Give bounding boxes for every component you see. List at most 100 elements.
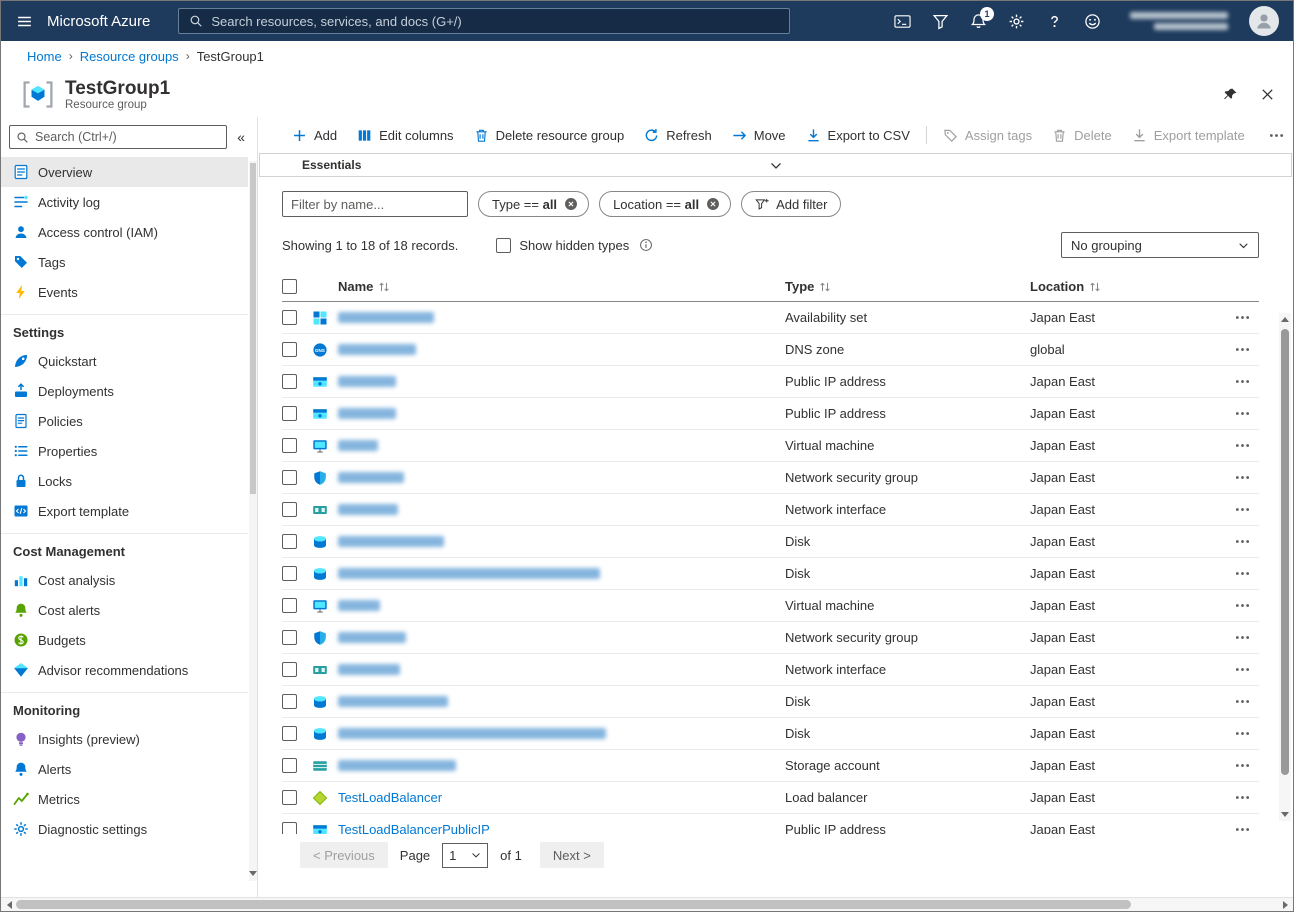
row-checkbox[interactable] xyxy=(282,406,297,421)
command-delete-resource-group[interactable]: Delete resource group xyxy=(464,121,635,149)
sidebar-item-advisor-recommendations[interactable]: Advisor recommendations xyxy=(1,655,248,685)
sidebar-item-cost-analysis[interactable]: Cost analysis xyxy=(1,565,248,595)
row-checkbox[interactable] xyxy=(282,694,297,709)
show-hidden-types-checkbox[interactable] xyxy=(496,237,512,253)
table-vertical-scrollbar[interactable] xyxy=(1279,313,1291,821)
settings-button[interactable] xyxy=(1008,13,1025,30)
row-actions-button[interactable] xyxy=(1225,758,1259,773)
sidebar-item-quickstart[interactable]: Quickstart xyxy=(1,346,248,376)
column-header-name[interactable]: Name xyxy=(338,279,390,294)
row-actions-button[interactable] xyxy=(1225,694,1259,709)
command-edit-columns[interactable]: Edit columns xyxy=(347,121,463,149)
close-icon[interactable] xyxy=(1260,87,1275,102)
sidebar-item-overview[interactable]: Overview xyxy=(1,157,248,187)
row-checkbox[interactable] xyxy=(282,534,297,549)
sidebar-item-locks[interactable]: Locks xyxy=(1,466,248,496)
breadcrumb-home[interactable]: Home xyxy=(27,49,62,64)
row-actions-button[interactable] xyxy=(1225,310,1259,325)
row-checkbox[interactable] xyxy=(282,310,297,325)
row-checkbox[interactable] xyxy=(282,502,297,517)
resource-name-redacted[interactable] xyxy=(338,440,378,451)
command-export-to-csv[interactable]: Export to CSV xyxy=(796,121,920,149)
sidebar-item-events[interactable]: Events xyxy=(1,277,248,307)
info-icon[interactable] xyxy=(639,238,653,252)
row-checkbox[interactable] xyxy=(282,790,297,805)
sidebar-collapse-button[interactable]: « xyxy=(235,129,247,145)
row-actions-button[interactable] xyxy=(1225,598,1259,613)
sidebar-item-alerts[interactable]: Alerts xyxy=(1,754,248,784)
grouping-dropdown[interactable]: No grouping xyxy=(1061,232,1259,258)
resource-name-link[interactable]: TestLoadBalancer xyxy=(338,790,442,805)
row-actions-button[interactable] xyxy=(1225,822,1259,834)
add-filter-button[interactable]: Add filter xyxy=(741,191,842,217)
sidebar-item-properties[interactable]: Properties xyxy=(1,436,248,466)
global-search[interactable] xyxy=(178,8,791,34)
page-number-select[interactable]: 1 xyxy=(442,842,489,868)
column-header-type[interactable]: Type xyxy=(785,279,831,294)
directory-filter-button[interactable] xyxy=(932,13,949,30)
feedback-button[interactable] xyxy=(1084,13,1101,30)
row-actions-button[interactable] xyxy=(1225,566,1259,581)
sidebar-scrollbar[interactable] xyxy=(249,161,257,881)
row-checkbox[interactable] xyxy=(282,566,297,581)
row-actions-button[interactable] xyxy=(1225,630,1259,645)
select-all-checkbox[interactable] xyxy=(282,279,297,294)
row-actions-button[interactable] xyxy=(1225,790,1259,805)
breadcrumb-resource-groups[interactable]: Resource groups xyxy=(80,49,179,64)
row-checkbox[interactable] xyxy=(282,822,297,834)
resource-name-redacted[interactable] xyxy=(338,600,380,611)
row-actions-button[interactable] xyxy=(1225,342,1259,357)
row-actions-button[interactable] xyxy=(1225,406,1259,421)
row-actions-button[interactable] xyxy=(1225,374,1259,389)
sidebar-item-budgets[interactable]: Budgets xyxy=(1,625,248,655)
essentials-expand-chevron-icon[interactable] xyxy=(769,159,782,172)
filter-by-name-input[interactable] xyxy=(282,191,468,217)
horizontal-scrollbar[interactable] xyxy=(1,897,1293,911)
resource-name-redacted[interactable] xyxy=(338,760,456,771)
row-checkbox[interactable] xyxy=(282,662,297,677)
pin-icon[interactable] xyxy=(1223,87,1238,102)
notifications-button[interactable]: 1 xyxy=(970,6,994,30)
row-actions-button[interactable] xyxy=(1225,438,1259,453)
sidebar-scrollbar-thumb[interactable] xyxy=(250,163,256,495)
command-add[interactable]: Add xyxy=(282,121,347,149)
row-checkbox[interactable] xyxy=(282,438,297,453)
row-actions-button[interactable] xyxy=(1225,662,1259,677)
sidebar-search[interactable] xyxy=(9,125,228,149)
command-move[interactable]: Move xyxy=(722,121,796,149)
row-checkbox[interactable] xyxy=(282,598,297,613)
command-assign-tags[interactable]: Assign tags xyxy=(933,121,1042,149)
avatar[interactable] xyxy=(1249,6,1279,36)
command-delete[interactable]: Delete xyxy=(1042,121,1122,149)
sidebar-item-insights-preview[interactable]: Insights (preview) xyxy=(1,724,248,754)
column-header-location[interactable]: Location xyxy=(1030,279,1101,294)
row-checkbox[interactable] xyxy=(282,470,297,485)
resource-name-redacted[interactable] xyxy=(338,696,448,707)
vertical-scrollbar-thumb[interactable] xyxy=(1281,329,1289,775)
dismiss-icon[interactable] xyxy=(706,197,720,211)
row-actions-button[interactable] xyxy=(1225,534,1259,549)
command-export-template[interactable]: Export template xyxy=(1122,121,1255,149)
next-page-button[interactable]: Next > xyxy=(539,842,604,868)
resource-name-redacted[interactable] xyxy=(338,408,396,419)
vertical-scrollbar-track[interactable] xyxy=(1279,326,1291,808)
scroll-right-arrow[interactable] xyxy=(1277,898,1293,911)
command-refresh[interactable]: Refresh xyxy=(634,121,722,149)
sidebar-scroll-down-arrow[interactable] xyxy=(249,867,257,879)
previous-page-button[interactable]: < Previous xyxy=(300,842,388,868)
row-actions-button[interactable] xyxy=(1225,470,1259,485)
sidebar-item-activity-log[interactable]: Activity log xyxy=(1,187,248,217)
sidebar-item-policies[interactable]: Policies xyxy=(1,406,248,436)
sidebar-item-access-control-iam[interactable]: Access control (IAM) xyxy=(1,217,248,247)
resource-name-redacted[interactable] xyxy=(338,728,606,739)
row-checkbox[interactable] xyxy=(282,374,297,389)
row-actions-button[interactable] xyxy=(1225,502,1259,517)
row-checkbox[interactable] xyxy=(282,758,297,773)
resource-name-link[interactable]: TestLoadBalancerPublicIP xyxy=(338,822,490,834)
sidebar-item-deployments[interactable]: Deployments xyxy=(1,376,248,406)
horizontal-scrollbar-thumb[interactable] xyxy=(16,900,1131,909)
global-search-input[interactable] xyxy=(211,13,780,29)
resource-name-redacted[interactable] xyxy=(338,472,404,483)
resource-name-redacted[interactable] xyxy=(338,632,406,643)
account-info[interactable] xyxy=(1130,12,1228,30)
